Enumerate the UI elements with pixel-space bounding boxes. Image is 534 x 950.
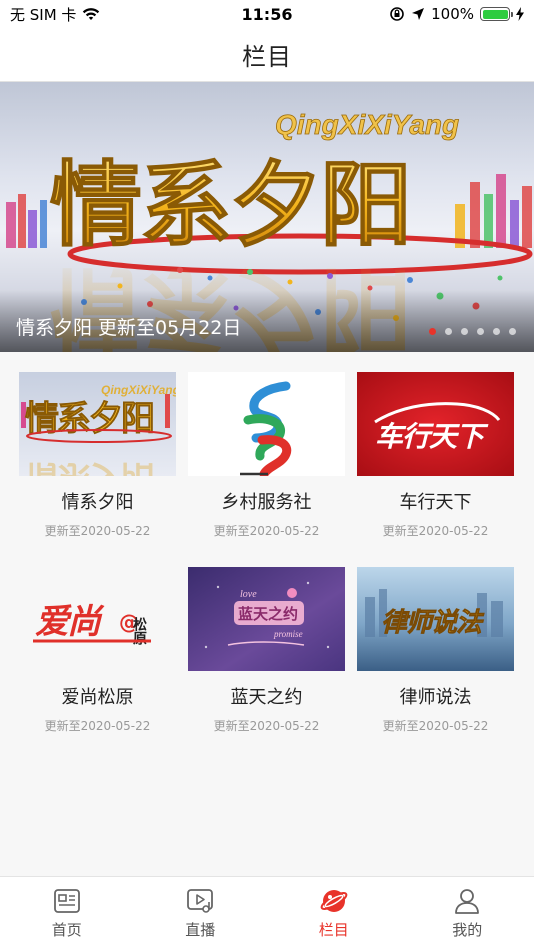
svg-text:promise: promise (273, 629, 303, 639)
page-title: 栏目 (242, 43, 292, 71)
battery-fill (482, 9, 508, 19)
status-bar: 无 SIM 卡 11:56 100% (0, 0, 534, 28)
carousel-dot[interactable] (445, 328, 452, 335)
tab-mine[interactable]: 我的 (401, 877, 534, 950)
program-update-date: 更新至2020-05-22 (213, 524, 320, 538)
svg-text:QingXiXiYang: QingXiXiYang (101, 383, 176, 397)
svg-text:律师说法: 律师说法 (381, 608, 485, 638)
charging-icon (516, 7, 524, 21)
banner-carousel[interactable]: QingXiXiYang 情系夕阳 情系夕阳 情系夕阳 更新至05月22日 (0, 82, 534, 352)
program-update-date: 更新至2020-05-22 (382, 524, 489, 538)
svg-text:情系夕阳: 情系夕阳 (25, 457, 153, 476)
svg-text:蓝天之约: 蓝天之约 (238, 605, 298, 623)
program-card-xiangcunfuwushe[interactable]: 乡村服务社 更新至2020-05-22 (188, 372, 345, 539)
location-icon (412, 8, 425, 20)
status-right: 100% (389, 5, 524, 23)
battery-icon (480, 7, 513, 21)
svg-text:love: love (240, 589, 257, 600)
carousel-dot[interactable] (493, 328, 500, 335)
orientation-lock-icon (390, 7, 404, 21)
program-update-date: 更新至2020-05-22 (382, 719, 489, 733)
tab-home[interactable]: 首页 (0, 877, 134, 950)
tab-columns[interactable]: 栏目 (267, 877, 401, 950)
nav-bar: 栏目 (0, 28, 534, 82)
program-card-qingxixiyang[interactable]: QingXiXiYang 情系夕阳 情系夕阳 情系夕阳 更新至2020-05-2… (19, 372, 176, 539)
battery-percent: 100% (431, 5, 474, 23)
carousel-dot[interactable] (429, 328, 436, 335)
program-card-chexingtianxia[interactable]: 车行天下 车行天下 更新至2020-05-22 (357, 372, 514, 539)
svg-text:QingXiXiYang: QingXiXiYang (275, 109, 459, 140)
program-thumbnail: love 蓝天之约 promise (188, 567, 345, 671)
program-title: 乡村服务社 (221, 492, 312, 513)
tab-label: 栏目 (318, 921, 349, 939)
play-icon (187, 889, 214, 913)
tab-bar: 首页 直播 栏目 我的 (0, 876, 534, 950)
tab-label: 首页 (51, 921, 82, 939)
tab-label: 直播 (185, 921, 216, 939)
program-update-date: 更新至2020-05-22 (44, 719, 151, 733)
carrier-label: 无 SIM 卡 (10, 5, 77, 24)
person-icon (455, 889, 480, 914)
program-card-lantianzhiyue[interactable]: love 蓝天之约 promise 蓝天之约 更新至2020-05-22 (188, 567, 345, 734)
program-thumbnail: 律师说法 (357, 567, 514, 671)
program-title: 情系夕阳 (61, 492, 134, 513)
program-thumbnail: QingXiXiYang 情系夕阳 情系夕阳 (19, 372, 176, 476)
wifi-icon (83, 8, 100, 20)
program-title: 律师说法 (399, 687, 472, 708)
carousel-dot[interactable] (477, 328, 484, 335)
tab-live[interactable]: 直播 (134, 877, 268, 950)
program-title: 蓝天之约 (230, 687, 303, 708)
planet-icon (320, 890, 348, 912)
carousel-dot[interactable] (509, 328, 516, 335)
program-title: 车行天下 (399, 492, 472, 513)
svg-text:爱尚: 爱尚 (35, 602, 105, 642)
program-card-aishangsongyuan[interactable]: 爱尚 @ 松原 爱尚松原 更新至2020-05-22 (19, 567, 176, 734)
program-update-date: 更新至2020-05-22 (213, 719, 320, 733)
program-update-date: 更新至2020-05-22 (44, 524, 151, 538)
carousel-indicator (429, 328, 516, 335)
program-thumbnail: 爱尚 @ 松原 (19, 567, 176, 671)
program-title: 爱尚松原 (61, 687, 134, 708)
banner-caption: 情系夕阳 更新至05月22日 (16, 317, 242, 339)
svg-text:车行天下: 车行天下 (375, 420, 489, 453)
news-icon (53, 889, 80, 913)
program-thumbnail (188, 372, 345, 476)
program-grid: QingXiXiYang 情系夕阳 情系夕阳 情系夕阳 更新至2020-05-2… (19, 372, 515, 734)
svg-text:情系夕阳: 情系夕阳 (50, 152, 410, 259)
carousel-dot[interactable] (461, 328, 468, 335)
tab-label: 我的 (452, 921, 483, 939)
program-card-lvshishuofa[interactable]: 律师说法 律师说法 更新至2020-05-22 (357, 567, 514, 734)
program-thumbnail: 车行天下 (357, 372, 514, 476)
status-left: 无 SIM 卡 (10, 4, 100, 25)
